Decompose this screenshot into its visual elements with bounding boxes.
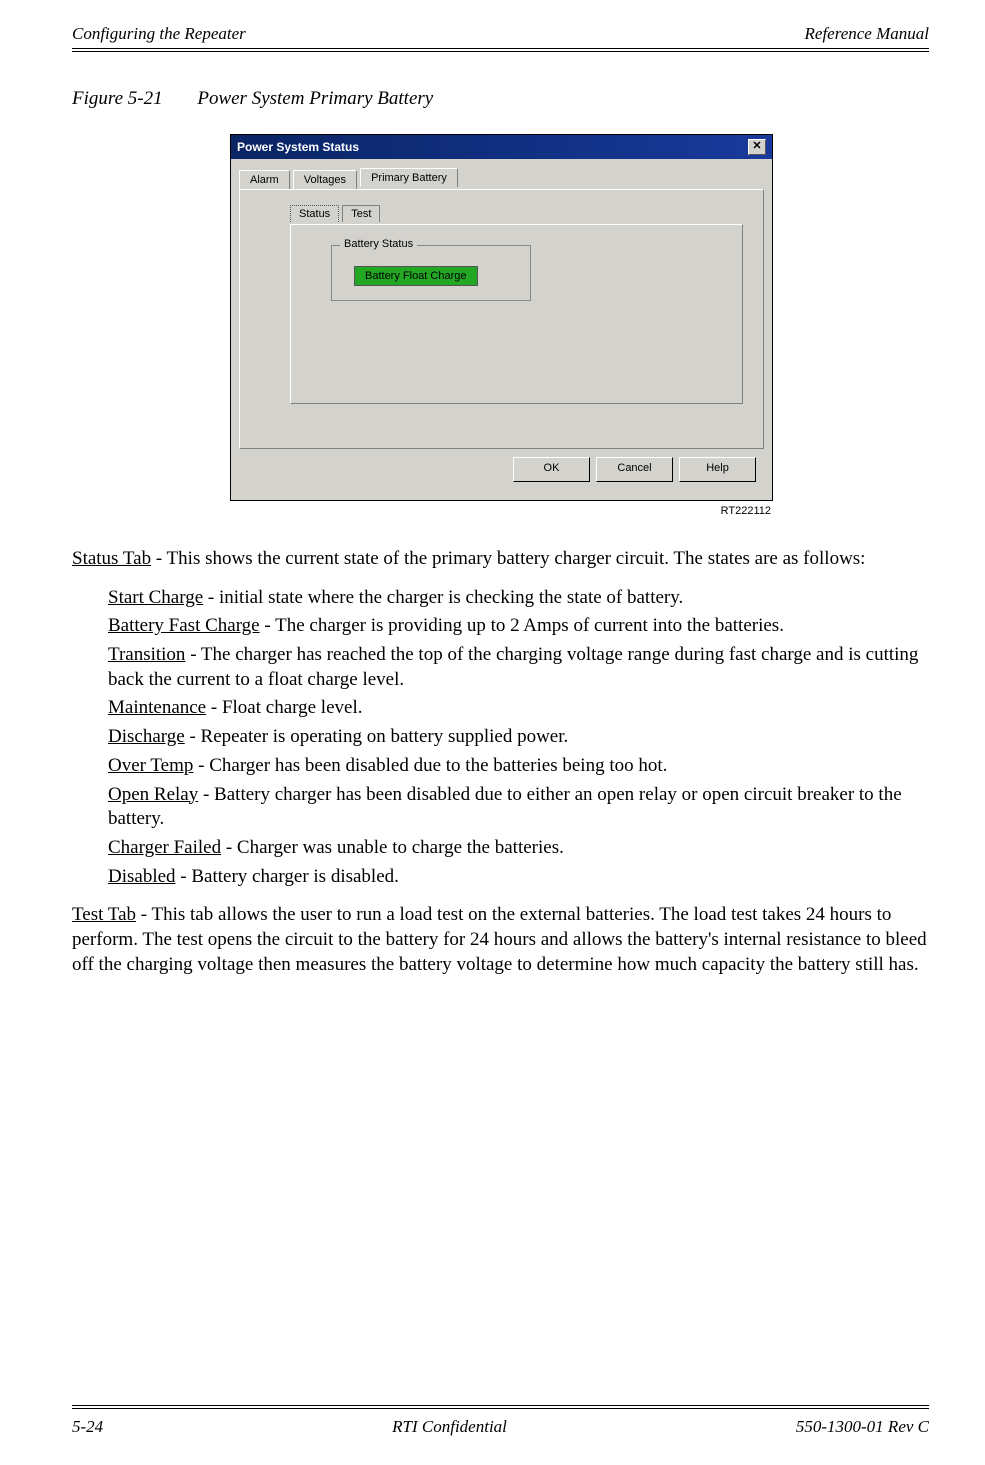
header-left: Configuring the Repeater	[72, 24, 246, 44]
header-rule	[72, 48, 929, 49]
state-discharge: Discharge - Repeater is operating on bat…	[108, 725, 929, 750]
state-battery-fast-charge: Battery Fast Charge - The charger is pro…	[108, 614, 929, 639]
tab-panel-primary-battery: Status Test Battery Status Battery Float…	[239, 189, 764, 449]
power-system-status-dialog: Power System Status ✕ Alarm Voltages Pri…	[230, 134, 773, 501]
states-list: Start Charge - initial state where the c…	[108, 586, 929, 890]
figure-image: Power System Status ✕ Alarm Voltages Pri…	[72, 134, 929, 517]
cancel-button[interactable]: Cancel	[596, 457, 673, 482]
state-open-relay: Open Relay - Battery charger has been di…	[108, 783, 929, 832]
battery-status-value: Battery Float Charge	[354, 266, 478, 286]
main-tabs: Alarm Voltages Primary Battery	[239, 167, 764, 189]
tab-primary-battery[interactable]: Primary Battery	[360, 168, 458, 187]
tab-alarm[interactable]: Alarm	[239, 170, 290, 189]
figure-title: Power System Primary Battery	[197, 88, 433, 109]
dialog-body: Alarm Voltages Primary Battery Status Te…	[231, 159, 772, 500]
page-header: Configuring the Repeater Reference Manua…	[72, 24, 929, 44]
footer-page-number: 5-24	[72, 1417, 103, 1437]
status-tab-term: Status Tab	[72, 548, 151, 569]
sub-tabs: Status Test	[290, 204, 743, 224]
state-charger-failed: Charger Failed - Charger was unable to c…	[108, 836, 929, 861]
state-disabled: Disabled - Battery charger is disabled.	[108, 865, 929, 890]
tab-voltages[interactable]: Voltages	[293, 170, 357, 189]
header-rule-2	[72, 51, 929, 52]
state-over-temp: Over Temp - Charger has been disabled du…	[108, 754, 929, 779]
status-tab-paragraph: Status Tab - This shows the current stat…	[72, 547, 929, 572]
dialog-title: Power System Status	[237, 140, 359, 154]
footer-rule-2	[72, 1408, 929, 1409]
help-button[interactable]: Help	[679, 457, 756, 482]
status-tab-text: - This shows the current state of the pr…	[151, 548, 865, 569]
subtab-test[interactable]: Test	[342, 205, 380, 222]
header-right: Reference Manual	[805, 24, 929, 44]
body-text: Status Tab - This shows the current stat…	[72, 547, 929, 977]
battery-status-group: Battery Status Battery Float Charge	[331, 245, 531, 301]
ok-button[interactable]: OK	[513, 457, 590, 482]
footer-rule	[72, 1405, 929, 1406]
subpanel-status: Battery Status Battery Float Charge	[290, 224, 743, 404]
state-transition: Transition - The charger has reached the…	[108, 643, 929, 692]
dialog-buttons: OK Cancel Help	[239, 449, 764, 490]
state-start-charge: Start Charge - initial state where the c…	[108, 586, 929, 611]
figure-caption: Figure 5-21 Power System Primary Battery	[72, 88, 929, 110]
figure-number: Figure 5-21	[72, 88, 163, 109]
dialog-titlebar: Power System Status ✕	[231, 135, 772, 159]
test-tab-text: - This tab allows the user to run a load…	[72, 904, 927, 974]
page-footer: 5-24 RTI Confidential 550-1300-01 Rev C	[72, 1405, 929, 1437]
group-label-battery-status: Battery Status	[340, 238, 417, 250]
figure-rt-label: RT222112	[230, 505, 771, 517]
test-tab-paragraph: Test Tab - This tab allows the user to r…	[72, 903, 929, 977]
subtab-status[interactable]: Status	[290, 205, 339, 222]
footer-right: 550-1300-01 Rev C	[796, 1417, 929, 1437]
dialog-close-button[interactable]: ✕	[748, 139, 766, 155]
test-tab-term: Test Tab	[72, 904, 136, 925]
state-maintenance: Maintenance - Float charge level.	[108, 696, 929, 721]
footer-center: RTI Confidential	[392, 1417, 507, 1437]
